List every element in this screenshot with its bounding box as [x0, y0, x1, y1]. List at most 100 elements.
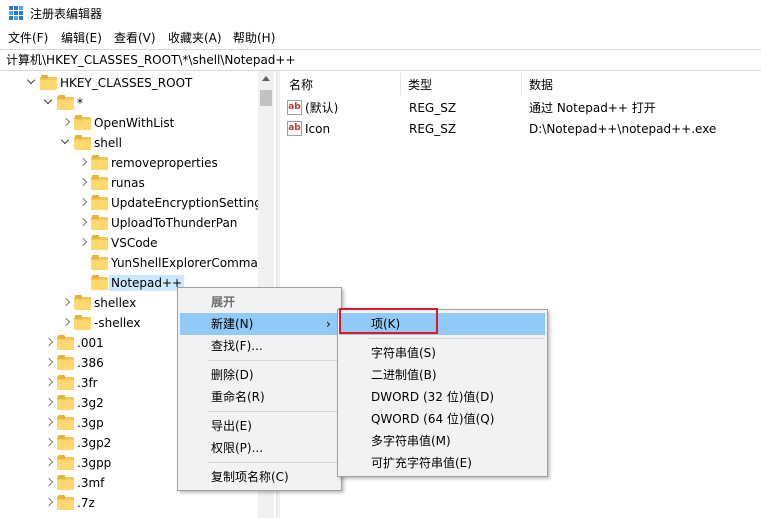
menu-item-new[interactable]: 新建(N) › [180, 313, 339, 335]
expanded-chevron-icon[interactable] [61, 139, 69, 147]
collapsed-chevron-icon[interactable] [44, 359, 52, 367]
collapsed-chevron-icon[interactable] [44, 459, 52, 467]
collapsed-chevron-icon[interactable] [61, 119, 69, 127]
value-type: REG_SZ [409, 122, 457, 136]
collapsed-chevron-icon[interactable] [44, 499, 52, 507]
tree-node-label: HKEY_CLASSES_ROOT [60, 76, 193, 90]
collapsed-chevron-icon[interactable] [44, 399, 52, 407]
tree-node-label: .3gp [77, 416, 104, 430]
folder-icon [57, 475, 74, 490]
collapsed-chevron-icon[interactable] [44, 339, 52, 347]
collapsed-chevron-icon[interactable] [78, 159, 86, 167]
new-submenu: 项(K) 字符串值(S) 二进制值(B) DWORD (32 位)值(D) QW… [337, 309, 548, 477]
tree-node-label: .386 [77, 356, 104, 370]
folder-icon [40, 75, 57, 90]
tree-node-label: OpenWithList [94, 116, 175, 130]
column-header-name[interactable]: 名称 [289, 77, 313, 93]
tree-node-label: -shellex [94, 316, 141, 330]
annotation-box [339, 308, 438, 334]
folder-icon [91, 235, 108, 250]
scroll-up-icon[interactable] [262, 76, 270, 81]
scroll-thumb[interactable] [260, 90, 272, 106]
tree-node-label: UploadToThunderPan [111, 216, 238, 230]
collapsed-chevron-icon[interactable] [61, 299, 69, 307]
menu-bar: 文件(F) 编辑(E) 查看(V) 收藏夹(A) 帮助(H) [0, 27, 761, 49]
collapsed-chevron-icon[interactable] [78, 199, 86, 207]
tree-node-label: runas [111, 176, 145, 190]
folder-icon [74, 135, 91, 150]
menu-separator [208, 411, 338, 412]
value-data: D:\Notepad++\notepad++.exe [529, 122, 717, 136]
column-divider[interactable] [400, 73, 401, 95]
submenu-arrow-icon: › [326, 317, 331, 331]
tree-node-label: .3gp2 [77, 436, 112, 450]
folder-icon [57, 435, 74, 450]
string-value-icon: ab [287, 100, 302, 115]
collapsed-chevron-icon[interactable] [78, 179, 86, 187]
menu-favorites[interactable]: 收藏夹(A) [168, 30, 222, 46]
menu-separator [208, 360, 338, 361]
folder-icon [57, 355, 74, 370]
menu-edit[interactable]: 编辑(E) [61, 30, 102, 46]
menu-help[interactable]: 帮助(H) [233, 30, 275, 46]
context-menu: 展开 新建(N) › 查找(F)... 删除(D) 重命名(R) 导出(E) 权… [177, 287, 342, 491]
value-data: 通过 Notepad++ 打开 [529, 101, 656, 115]
address-path[interactable]: 计算机\HKEY_CLASSES_ROOT\*\shell\Notepad++ [6, 52, 296, 68]
folder-icon [57, 95, 74, 110]
folder-icon [57, 395, 74, 410]
menu-separator [368, 338, 544, 339]
tree-node-label: removeproperties [111, 156, 218, 170]
menu-separator [208, 462, 338, 463]
value-type: REG_SZ [409, 101, 457, 115]
folder-icon [57, 375, 74, 390]
folder-icon [57, 455, 74, 470]
tree-node-label: YunShellExplorerCommand [111, 256, 274, 270]
folder-icon [91, 215, 108, 230]
tree-node-label: Notepad++ [109, 275, 185, 291]
folder-icon [91, 195, 108, 210]
collapsed-chevron-icon[interactable] [44, 479, 52, 487]
window-title: 注册表编辑器 [30, 7, 103, 21]
tree-node-label: .3g2 [77, 396, 104, 410]
tree-node-label: .7z [77, 496, 95, 510]
value-name: Icon [305, 122, 331, 136]
tree-node-label: shell [94, 136, 122, 150]
tree-node-label: .3fr [77, 376, 98, 390]
menu-file[interactable]: 文件(F) [8, 30, 48, 46]
expanded-chevron-icon[interactable] [44, 99, 52, 107]
collapsed-chevron-icon[interactable] [44, 439, 52, 447]
column-header-type[interactable]: 类型 [408, 77, 432, 93]
collapsed-chevron-icon[interactable] [78, 239, 86, 247]
tree-node-label: * [77, 96, 83, 110]
tree-node-label: .3mf [77, 476, 105, 490]
folder-icon [74, 315, 91, 330]
tree-node-label: VSCode [111, 236, 158, 250]
folder-icon [57, 415, 74, 430]
collapsed-chevron-icon[interactable] [61, 319, 69, 327]
value-row[interactable]: ab (默认) REG_SZ 通过 Notepad++ 打开 [280, 98, 761, 118]
folder-icon [91, 275, 108, 290]
folder-icon [91, 155, 108, 170]
title-bar: 注册表编辑器 [0, 0, 761, 27]
address-bar[interactable]: 计算机\HKEY_CLASSES_ROOT\*\shell\Notepad++ [0, 49, 761, 71]
folder-icon [91, 255, 108, 270]
string-value-icon: ab [287, 121, 302, 136]
folder-icon [91, 175, 108, 190]
tree-node-label: .001 [77, 336, 104, 350]
folder-icon [74, 295, 91, 310]
menu-view[interactable]: 查看(V) [114, 30, 156, 46]
folder-icon [74, 115, 91, 130]
column-header-data[interactable]: 数据 [529, 77, 553, 93]
tree-node-label: UpdateEncryptionSettings [111, 196, 269, 210]
value-name: (默认) [305, 101, 339, 115]
column-divider[interactable] [521, 73, 522, 95]
folder-icon [57, 495, 74, 510]
value-row[interactable]: ab Icon REG_SZ D:\Notepad++\notepad++.ex… [280, 119, 761, 139]
collapsed-chevron-icon[interactable] [44, 419, 52, 427]
tree-node-label: shellex [94, 296, 137, 310]
expanded-chevron-icon[interactable] [27, 79, 35, 87]
collapsed-chevron-icon[interactable] [44, 379, 52, 387]
registry-editor-icon [9, 6, 23, 20]
collapsed-chevron-icon[interactable] [78, 219, 86, 227]
tree-node-label: .3gpp [77, 456, 112, 470]
